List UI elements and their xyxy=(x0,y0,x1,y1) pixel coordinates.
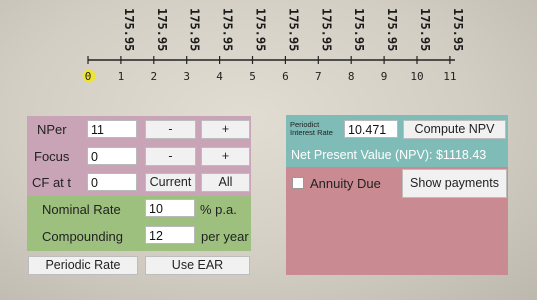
use-ear-button[interactable]: Use EAR xyxy=(145,256,250,275)
cash-flow-label: 175.95 xyxy=(286,8,300,51)
focus-label: Focus xyxy=(34,149,70,164)
nper-input[interactable]: 11 xyxy=(87,120,137,138)
timeline-period-label: 4 xyxy=(216,70,223,83)
focus-decrement-button[interactable]: - xyxy=(145,147,196,166)
focus-input[interactable]: 0 xyxy=(87,147,137,165)
cash-flow-label: 175.95 xyxy=(451,8,465,51)
current-button[interactable]: Current xyxy=(145,173,196,192)
cash-flow-label: 175.95 xyxy=(122,8,136,51)
annuity-due-label: Annuity Due xyxy=(310,176,381,191)
annuity-due-checkbox[interactable] xyxy=(292,177,304,189)
nper-label: NPer xyxy=(37,122,67,137)
nper-decrement-button[interactable]: - xyxy=(145,120,196,139)
compounding-unit: per year xyxy=(201,229,249,244)
npv-result-text: Net Present Value (NPV): $1118.43 xyxy=(291,148,487,162)
nominal-rate-label: Nominal Rate xyxy=(42,202,121,217)
cash-flow-label: 175.95 xyxy=(254,8,268,51)
timeline-period-label: 3 xyxy=(183,70,190,83)
cash-flow-label: 175.95 xyxy=(188,8,202,51)
nper-increment-button[interactable]: + xyxy=(201,120,250,139)
timeline-period-label: 7 xyxy=(315,70,322,83)
timeline-period-label: 2 xyxy=(150,70,157,83)
periodic-rate-label-line2: Interest Rate xyxy=(290,128,333,137)
timeline-period-label: 0 xyxy=(85,70,92,83)
compute-npv-button[interactable]: Compute NPV xyxy=(403,120,506,139)
cash-flow-label: 175.95 xyxy=(385,8,399,51)
timeline-period-label: 10 xyxy=(410,70,423,83)
timeline-period-label: 8 xyxy=(348,70,355,83)
focus-increment-button[interactable]: + xyxy=(201,147,250,166)
cash-flow-label: 175.95 xyxy=(221,8,235,51)
all-button[interactable]: All xyxy=(201,173,250,192)
cash-flow-label: 175.95 xyxy=(352,8,366,51)
periodic-rate-button[interactable]: Periodic Rate xyxy=(28,256,138,275)
show-payments-button[interactable]: Show payments xyxy=(402,169,507,198)
cash-flow-label: 175.95 xyxy=(155,8,169,51)
timeline-period-label: 11 xyxy=(443,70,456,83)
periodic-rate-output[interactable]: 10.471 xyxy=(344,120,398,138)
cash-flow-timeline: 0 1 2 3 4 5 6 7 8 9 10 11 175.95 175.95 175.95 175.95 1… xyxy=(82,8,465,83)
cash-flow-label: 175.95 xyxy=(418,8,432,51)
nominal-rate-unit: % p.a. xyxy=(200,202,237,217)
cash-flow-label: 175.95 xyxy=(319,8,333,51)
timeline-period-label: 6 xyxy=(282,70,289,83)
timeline-period-label: 9 xyxy=(381,70,388,83)
cf-at-t-label: CF at t xyxy=(32,175,72,190)
nominal-rate-input[interactable]: 10 xyxy=(145,199,195,217)
timeline-period-label: 5 xyxy=(249,70,256,83)
timeline-period-label: 1 xyxy=(118,70,125,83)
cf-at-t-input[interactable]: 0 xyxy=(87,173,137,191)
compounding-input[interactable]: 12 xyxy=(145,226,195,244)
compounding-label: Compounding xyxy=(42,229,123,244)
